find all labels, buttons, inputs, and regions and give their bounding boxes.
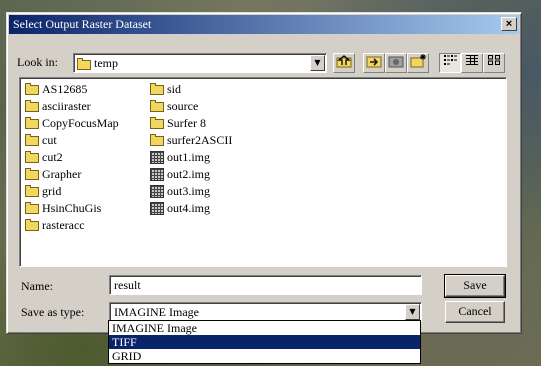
option-imagine-image[interactable]: IMAGINE Image xyxy=(109,321,420,335)
details-view-button[interactable] xyxy=(461,53,483,73)
list-item[interactable]: Grapher xyxy=(25,166,119,183)
folder-icon xyxy=(25,167,39,180)
save-as-type-options[interactable]: IMAGINE Image TIFF GRID xyxy=(108,320,421,364)
list-item[interactable]: out3.img xyxy=(150,183,232,200)
list-item[interactable]: cut xyxy=(25,132,119,149)
dialog-title: Select Output Raster Dataset xyxy=(13,17,152,31)
list-view-icon xyxy=(444,55,457,65)
folder-icon xyxy=(25,201,39,214)
up-one-level-button[interactable] xyxy=(333,53,355,73)
list-item[interactable]: out1.img xyxy=(150,149,232,166)
list-item[interactable]: AS12685 xyxy=(25,81,119,98)
save-as-type-select[interactable]: IMAGINE Image ▼ xyxy=(109,302,422,322)
list-item[interactable]: out2.img xyxy=(150,166,232,183)
folder-up-icon xyxy=(336,55,352,68)
connect-folder-button[interactable] xyxy=(363,53,385,73)
save-as-type-value: IMAGINE Image xyxy=(114,305,199,319)
raster-image-icon xyxy=(150,185,164,198)
list-item[interactable]: out4.img xyxy=(150,200,232,217)
list-item[interactable]: grid xyxy=(25,183,119,200)
disconnect-folder-button[interactable] xyxy=(385,53,407,73)
thumbnails-view-icon xyxy=(488,55,500,65)
folder-icon xyxy=(150,82,164,95)
new-folder-button[interactable] xyxy=(407,53,429,73)
list-item[interactable]: Surfer 8 xyxy=(150,115,232,132)
list-item[interactable]: CopyFocusMap xyxy=(25,115,119,132)
new-folder-icon xyxy=(410,54,426,68)
file-list-column-2: sid source Surfer 8 surfer2ASCII out1.im… xyxy=(150,81,232,217)
file-list-column-1: AS12685 asciiraster CopyFocusMap cut cut… xyxy=(25,81,119,234)
name-field-value: result xyxy=(114,278,141,292)
cancel-button[interactable]: Cancel xyxy=(445,301,505,323)
folder-icon xyxy=(150,116,164,129)
disconnect-folder-icon xyxy=(388,56,404,68)
raster-image-icon xyxy=(150,151,164,164)
option-tiff[interactable]: TIFF xyxy=(109,335,420,349)
folder-icon xyxy=(25,218,39,231)
list-view-button[interactable] xyxy=(439,53,461,73)
chevron-down-icon[interactable]: ▼ xyxy=(310,55,325,71)
folder-icon xyxy=(77,57,91,70)
close-button[interactable]: × xyxy=(501,17,517,31)
folder-icon xyxy=(150,133,164,146)
title-bar[interactable]: Select Output Raster Dataset × xyxy=(9,15,519,34)
list-item[interactable]: HsinChuGis xyxy=(25,200,119,217)
look-in-combo[interactable]: temp ▼ xyxy=(73,53,327,73)
list-item[interactable]: source xyxy=(150,98,232,115)
chevron-down-icon[interactable]: ▼ xyxy=(405,304,420,320)
option-grid[interactable]: GRID xyxy=(109,349,420,363)
raster-image-icon xyxy=(150,168,164,181)
select-output-raster-dialog: Select Output Raster Dataset × Look in: … xyxy=(6,12,522,334)
folder-icon xyxy=(25,150,39,163)
name-field[interactable]: result xyxy=(109,275,422,295)
list-item[interactable]: asciiraster xyxy=(25,98,119,115)
raster-image-icon xyxy=(150,202,164,215)
look-in-label: Look in: xyxy=(17,55,58,69)
save-as-type-label: Save as type: xyxy=(21,305,85,319)
save-button[interactable]: Save xyxy=(444,274,506,298)
folder-icon xyxy=(25,184,39,197)
name-label: Name: xyxy=(21,279,53,293)
look-in-value: temp xyxy=(94,56,118,70)
file-list[interactable]: AS12685 asciiraster CopyFocusMap cut cut… xyxy=(19,77,507,267)
thumbnails-view-button[interactable] xyxy=(483,53,505,73)
list-item[interactable]: surfer2ASCII xyxy=(150,132,232,149)
details-view-icon xyxy=(466,55,478,65)
folder-icon xyxy=(25,82,39,95)
list-item[interactable]: cut2 xyxy=(25,149,119,166)
list-item[interactable]: rasteracc xyxy=(25,217,119,234)
folder-icon xyxy=(25,116,39,129)
folder-icon xyxy=(150,99,164,112)
folder-icon xyxy=(25,99,39,112)
list-item[interactable]: sid xyxy=(150,81,232,98)
connect-folder-icon xyxy=(366,56,382,68)
folder-icon xyxy=(25,133,39,146)
